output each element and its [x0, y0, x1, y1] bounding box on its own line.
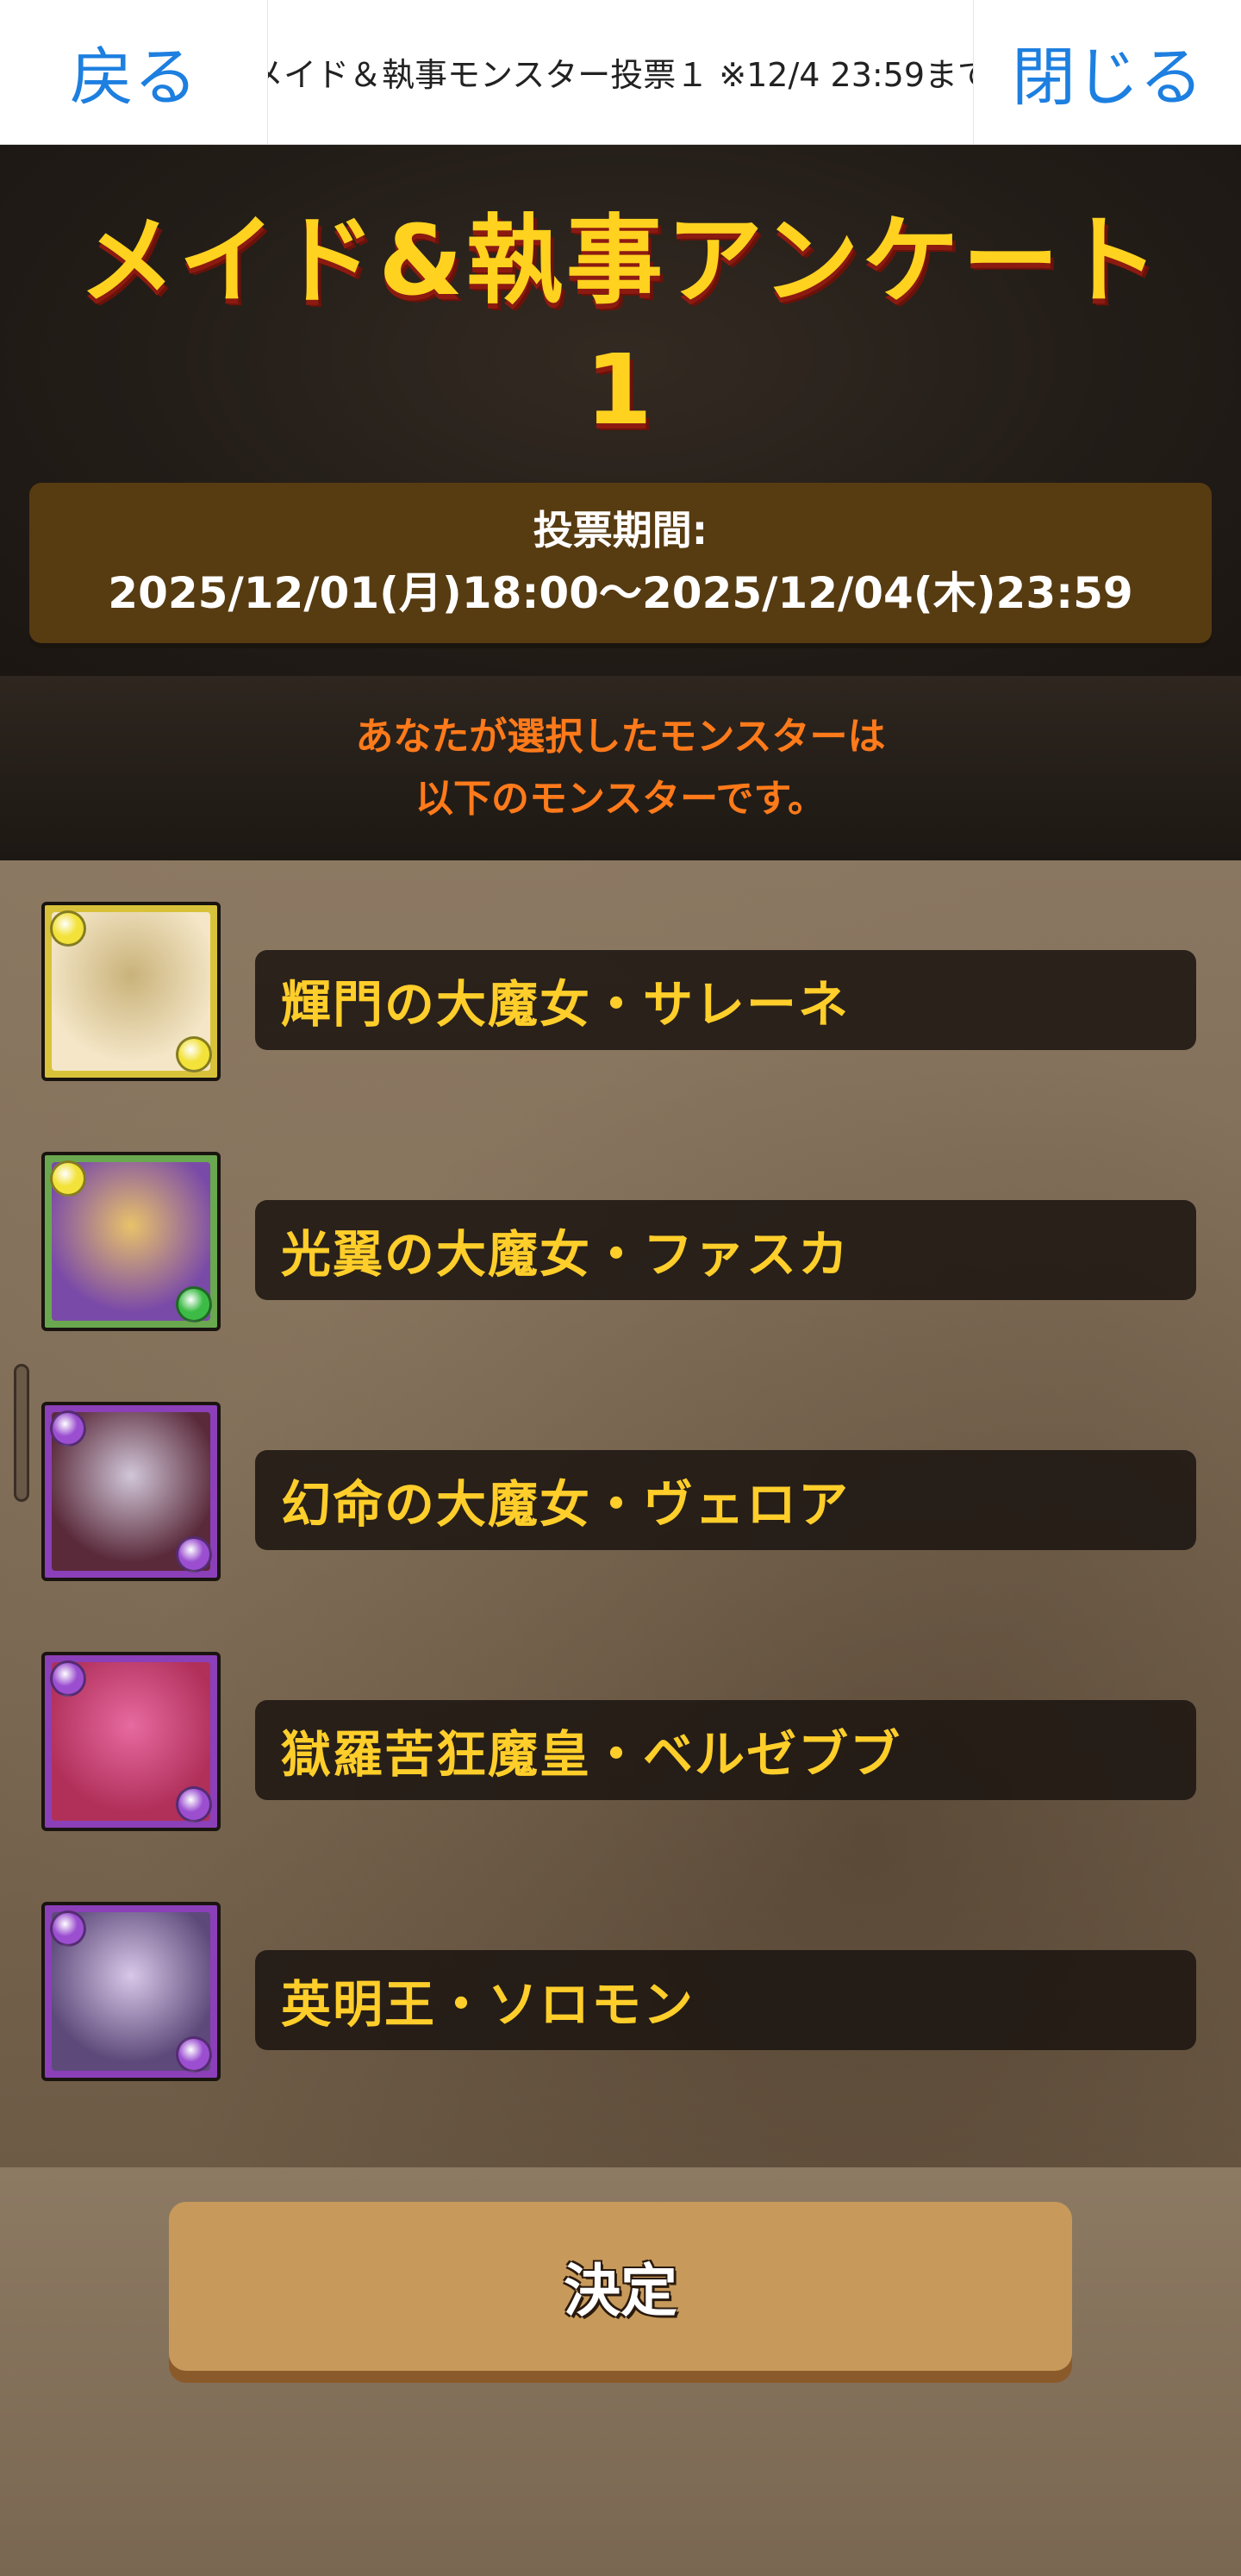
top-navigation-bar: 戻る メイド＆執事モンスター投票１ ※12/4 23:59まで 閉じる: [0, 0, 1241, 145]
monster-name: 輝門の大魔女・サレーネ: [255, 950, 1196, 1050]
voting-period-value: 2025/12/01(月)18:00〜2025/12/04(木)23:59: [108, 568, 1133, 618]
survey-title: メイド&執事アンケート 1: [0, 197, 1241, 455]
page-title: メイド＆執事モンスター投票１ ※12/4 23:59まで: [267, 0, 974, 144]
monster-portrait-icon: [41, 902, 221, 1081]
attribute-orb-icon: [176, 1036, 212, 1072]
survey-title-line1: メイド&執事アンケート: [78, 205, 1163, 317]
monster-name: 幻命の大魔女・ヴェロア: [255, 1450, 1196, 1550]
monster-name: 英明王・ソロモン: [255, 1950, 1196, 2050]
monster-portrait-icon: [41, 1652, 221, 1831]
list-item: 獄羅苦狂魔皇・ベルゼブブ: [0, 1652, 1241, 1833]
monster-portrait-icon: [41, 1152, 221, 1331]
list-item: 英明王・ソロモン: [0, 1902, 1241, 2083]
decide-button[interactable]: 決定: [169, 2202, 1072, 2371]
attribute-orb-icon: [176, 2036, 212, 2073]
selected-monster-list: 輝門の大魔女・サレーネ 光翼の大魔女・ファスカ 幻命の大魔女・ヴェロア 獄羅苦狂…: [0, 860, 1241, 2167]
monster-name: 光翼の大魔女・ファスカ: [255, 1200, 1196, 1300]
back-button[interactable]: 戻る: [0, 0, 267, 144]
voting-period-label: 投票期間:: [533, 507, 708, 553]
monster-name: 獄羅苦狂魔皇・ベルゼブブ: [255, 1700, 1196, 1800]
close-button[interactable]: 閉じる: [974, 0, 1241, 144]
survey-header: メイド&執事アンケート 1 投票期間: 2025/12/01(月)18:00〜2…: [0, 145, 1241, 676]
scrollbar-handle[interactable]: [14, 1364, 29, 1502]
list-item: 光翼の大魔女・ファスカ: [0, 1152, 1241, 1333]
list-item: 幻命の大魔女・ヴェロア: [0, 1402, 1241, 1583]
voting-period-box: 投票期間: 2025/12/01(月)18:00〜2025/12/04(木)23…: [29, 483, 1212, 643]
survey-title-line2: 1: [585, 335, 656, 447]
attribute-orb-icon: [50, 910, 86, 947]
selection-notice-line2: 以下のモンスターです。: [415, 777, 826, 821]
monster-portrait-icon: [41, 1402, 221, 1581]
attribute-orb-icon: [176, 1786, 212, 1823]
attribute-orb-icon: [50, 1910, 86, 1947]
selection-notice-line1: あなたが選択したモンスターは: [355, 715, 886, 759]
attribute-orb-icon: [176, 1286, 212, 1322]
attribute-orb-icon: [50, 1160, 86, 1197]
attribute-orb-icon: [50, 1410, 86, 1447]
attribute-orb-icon: [50, 1660, 86, 1697]
list-item: 輝門の大魔女・サレーネ: [0, 902, 1241, 1083]
selection-notice: あなたが選択したモンスターは 以下のモンスターです。: [0, 676, 1241, 860]
attribute-orb-icon: [176, 1536, 212, 1572]
footer: 決定: [0, 2167, 1241, 2576]
monster-portrait-icon: [41, 1902, 221, 2081]
